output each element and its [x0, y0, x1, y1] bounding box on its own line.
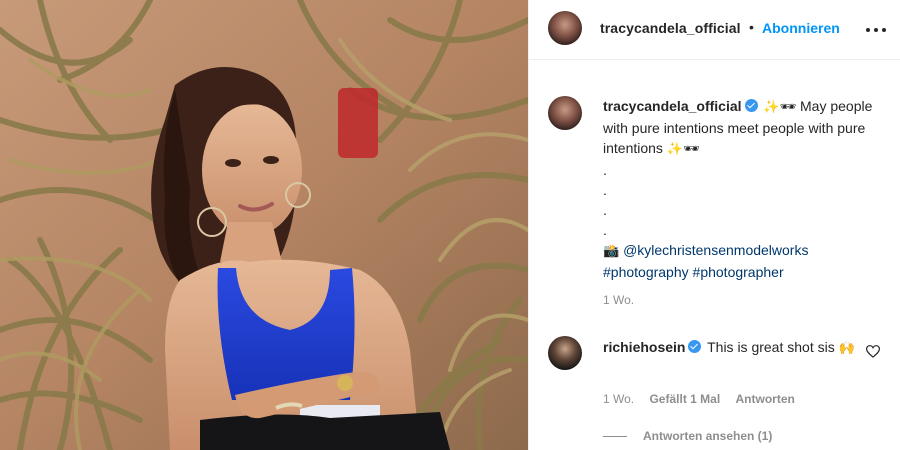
camera-emoji: 📸	[603, 244, 620, 259]
more-options-icon[interactable]	[865, 21, 887, 37]
reply-button[interactable]: Antworten	[736, 392, 795, 406]
heart-icon[interactable]	[866, 345, 880, 358]
raised-hands-emoji: 🙌	[838, 341, 855, 356]
post-header: tracycandela_official • Abonnieren	[529, 0, 900, 60]
caption-text: tracycandela_official ✨🕶 May people with…	[603, 96, 883, 282]
hashtag-photographer-link[interactable]: #photographer	[693, 264, 784, 280]
caption-avatar[interactable]	[548, 96, 582, 130]
caption-dot-2: .	[603, 182, 607, 198]
verified-badge-icon	[744, 99, 758, 112]
author-avatar[interactable]	[548, 11, 582, 45]
caption-dot-1: .	[603, 162, 607, 178]
caption-username[interactable]: tracycandela_official	[603, 98, 742, 114]
caption-dot-4: .	[603, 222, 607, 238]
follow-button[interactable]: Abonnieren	[762, 20, 840, 36]
view-replies-button[interactable]: Antworten ansehen (1)	[603, 429, 772, 443]
hashtag-photography-link[interactable]: #photography	[603, 264, 689, 280]
comment-likes[interactable]: Gefällt 1 Mal	[649, 392, 720, 406]
sparkle-sunglasses-emoji-2: ✨🕶	[666, 142, 700, 157]
replies-divider-line	[603, 436, 627, 438]
header-separator: •	[749, 19, 754, 35]
author-username[interactable]: tracycandela_official	[600, 20, 741, 36]
comment-timestamp[interactable]: 1 Wo.	[603, 392, 634, 406]
sparkle-sunglasses-emoji: ✨🕶	[763, 100, 797, 115]
view-replies-label: Antworten ansehen (1)	[643, 429, 773, 443]
photographer-mention-link[interactable]: @kylechristensenmodelworks	[623, 242, 808, 258]
commenter-avatar[interactable]	[548, 336, 582, 370]
comment-text: richiehosein This is great shot sis 🙌	[603, 337, 855, 359]
caption-dot-3: .	[603, 202, 607, 218]
post-photo[interactable]	[0, 0, 528, 450]
comment-meta: 1 Wo. Gefällt 1 Mal Antworten	[603, 392, 807, 406]
verified-badge-icon	[688, 340, 702, 353]
post-sidebar: tracycandela_official • Abonnieren tracy…	[528, 0, 900, 450]
caption-timestamp[interactable]: 1 Wo.	[603, 293, 634, 307]
commenter-username[interactable]: richiehosein	[603, 339, 685, 355]
comment-body: This is great shot sis	[707, 339, 835, 355]
